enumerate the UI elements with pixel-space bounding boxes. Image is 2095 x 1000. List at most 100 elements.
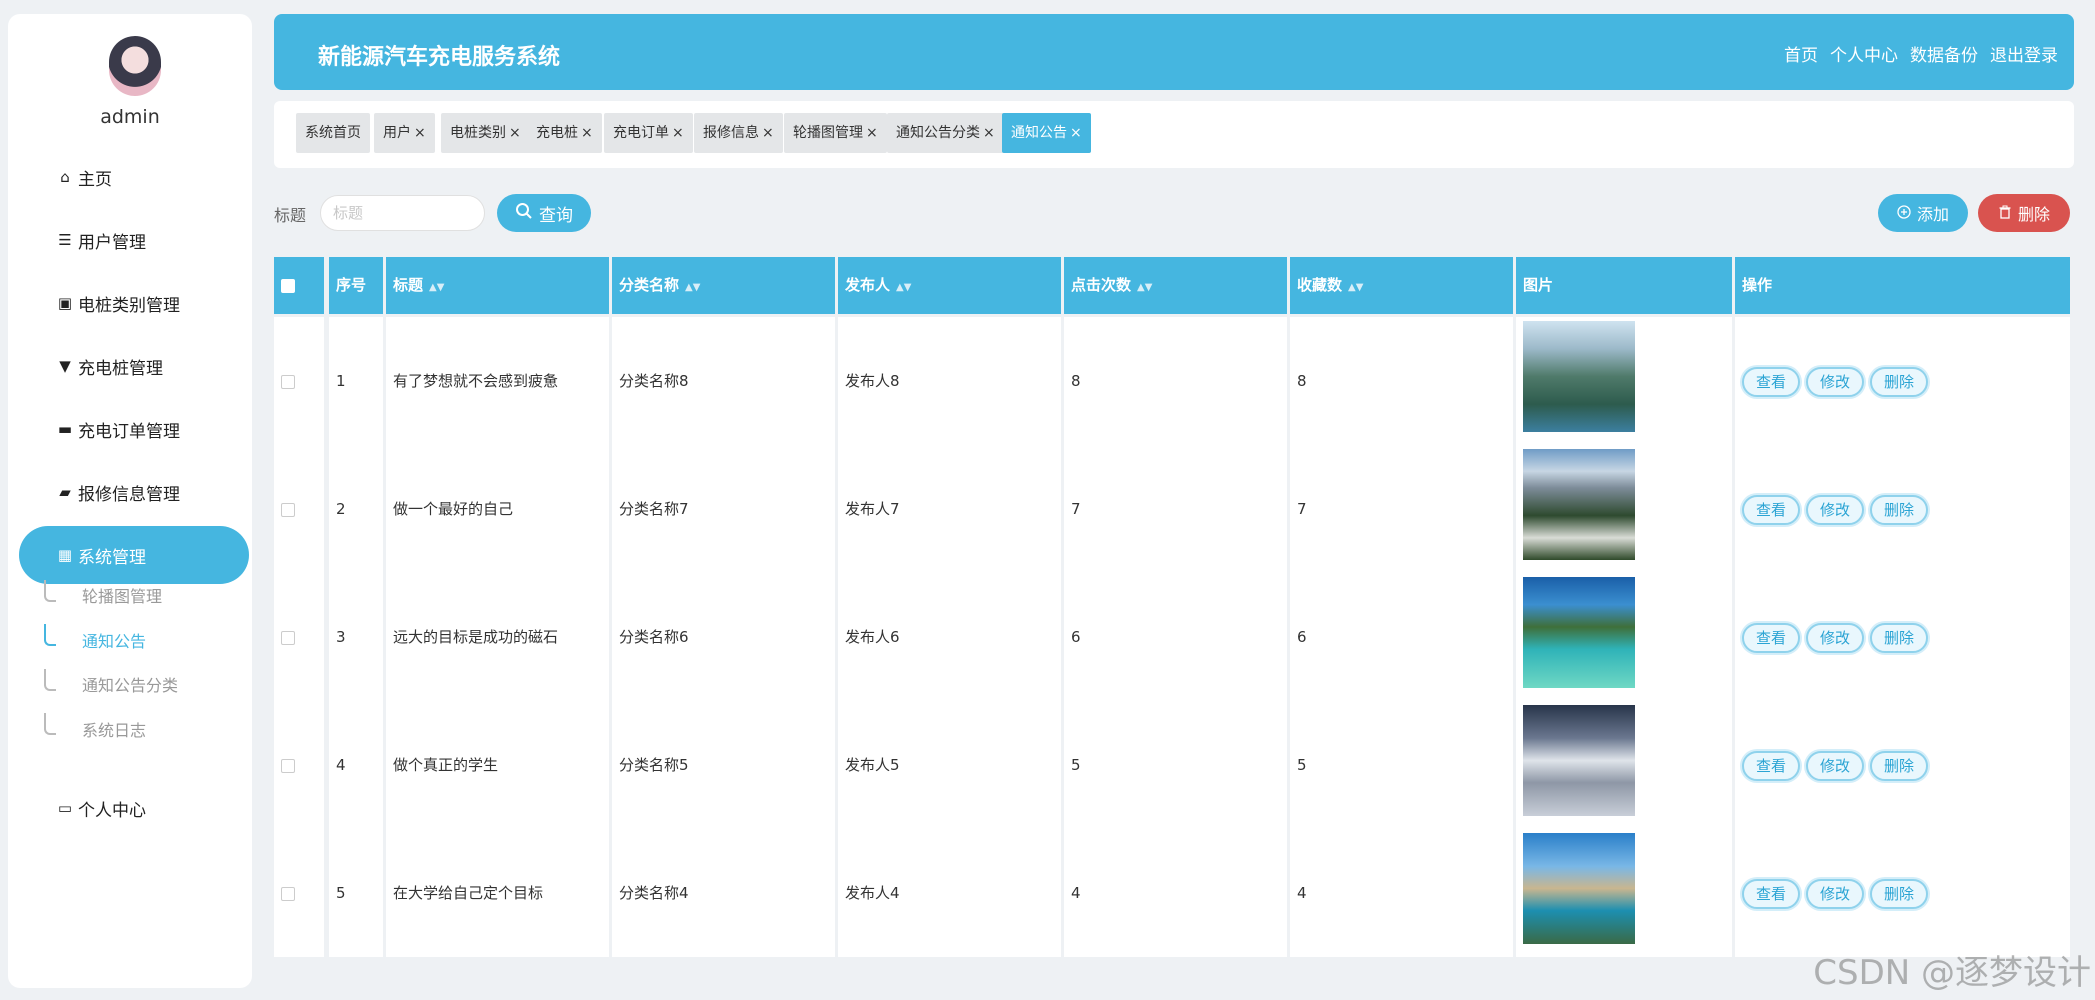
- submenu-item-notice[interactable]: 通知公告: [82, 627, 146, 657]
- delete-button[interactable]: 删除: [1870, 750, 1929, 781]
- header-cell[interactable]: 标题 ▲▼: [386, 257, 609, 314]
- submenu-item-carousel[interactable]: 轮播图管理: [82, 582, 162, 612]
- tab-label: 报修信息: [703, 125, 759, 141]
- row-checkbox[interactable]: [281, 886, 295, 901]
- close-icon[interactable]: ×: [866, 125, 878, 141]
- tab-charging-pile[interactable]: 充电桩 ×: [527, 113, 602, 153]
- menu-item-charging-order[interactable]: ▬ 充电订单管理: [56, 409, 180, 449]
- card-icon: ▭: [57, 799, 73, 817]
- sort-icon[interactable]: ▲▼: [685, 282, 700, 293]
- tab-carousel[interactable]: 轮播图管理 ×: [784, 113, 887, 153]
- sort-icon[interactable]: ▲▼: [1137, 282, 1152, 293]
- menu-label: 充电订单管理: [78, 421, 180, 442]
- link-home[interactable]: 首页: [1784, 41, 1818, 66]
- menu-item-users[interactable]: ☰ 用户管理: [56, 220, 146, 260]
- view-button[interactable]: 查看: [1742, 750, 1801, 781]
- query-button[interactable]: 查询: [497, 194, 591, 232]
- header-select-all[interactable]: [274, 257, 324, 314]
- header-cell[interactable]: 点击次数 ▲▼: [1064, 257, 1287, 314]
- tab-user[interactable]: 用户 ×: [374, 113, 435, 153]
- link-backup[interactable]: 数据备份: [1910, 41, 1978, 66]
- add-button[interactable]: 添加: [1878, 194, 1968, 232]
- menu-item-repair[interactable]: ▰ 报修信息管理: [56, 472, 180, 512]
- link-logout[interactable]: 退出登录: [1990, 41, 2058, 66]
- close-icon[interactable]: ×: [581, 125, 593, 141]
- tab-charging-order[interactable]: 充电订单 ×: [604, 113, 693, 153]
- tab-system-home[interactable]: 系统首页: [296, 113, 370, 153]
- view-button[interactable]: 查看: [1742, 366, 1801, 397]
- edit-button[interactable]: 修改: [1806, 878, 1865, 909]
- close-icon[interactable]: ×: [672, 125, 684, 141]
- edit-button[interactable]: 修改: [1806, 750, 1865, 781]
- delete-button[interactable]: 删除: [1870, 878, 1929, 909]
- link-profile[interactable]: 个人中心: [1830, 41, 1898, 66]
- header-label: 发布人: [845, 276, 891, 294]
- batch-delete-button[interactable]: 删除: [1978, 194, 2070, 232]
- tab-pile-category[interactable]: 电桩类别 ×: [441, 113, 530, 153]
- edit-button[interactable]: 修改: [1806, 622, 1865, 653]
- cell-title: 做一个最好的自己: [386, 445, 609, 573]
- search-input[interactable]: [320, 195, 485, 231]
- cell-publisher: 发布人7: [838, 445, 1061, 573]
- header-cell[interactable]: 发布人 ▲▼: [838, 257, 1061, 314]
- tab-notice-category[interactable]: 通知公告分类 ×: [887, 113, 1004, 153]
- list-icon: ☰: [58, 231, 72, 249]
- image-cell: [1516, 701, 1732, 829]
- sort-icon[interactable]: ▲▼: [896, 282, 911, 293]
- view-button[interactable]: 查看: [1742, 878, 1801, 909]
- menu-item-home[interactable]: ⌂ 主页: [56, 157, 112, 197]
- table-row: 4 做个真正的学生 分类名称5 发布人5 5 5 查看 修改 删除: [274, 701, 2070, 829]
- cell-publisher: 发布人4: [838, 829, 1061, 957]
- tab-label: 用户: [383, 125, 411, 141]
- avatar[interactable]: [109, 36, 161, 96]
- menu-item-charging-pile[interactable]: ▼ 充电桩管理: [56, 346, 163, 386]
- cell-category: 分类名称5: [612, 701, 835, 829]
- select-cell: [274, 573, 324, 701]
- delete-button[interactable]: 删除: [1870, 622, 1929, 653]
- header-cell[interactable]: 分类名称 ▲▼: [612, 257, 835, 314]
- row-checkbox[interactable]: [281, 630, 295, 645]
- sea-rock-photo[interactable]: [1523, 833, 1635, 944]
- delete-button[interactable]: 删除: [1870, 494, 1929, 525]
- row-checkbox[interactable]: [281, 502, 295, 517]
- tab-notice[interactable]: 通知公告 ×: [1002, 113, 1091, 153]
- edit-button[interactable]: 修改: [1806, 366, 1865, 397]
- cell-no: 5: [329, 829, 383, 957]
- sort-icon[interactable]: ▲▼: [1348, 282, 1363, 293]
- tab-repair[interactable]: 报修信息 ×: [694, 113, 783, 153]
- cell-favorites: 7: [1290, 445, 1513, 573]
- close-icon[interactable]: ×: [509, 125, 521, 141]
- row-checkbox[interactable]: [281, 758, 295, 773]
- sort-icon[interactable]: ▲▼: [429, 282, 444, 293]
- table-header: 序号 标题 ▲▼ 分类名称 ▲▼ 发布人 ▲▼ 点击次数 ▲▼ 收藏数 ▲▼ 图片 操作: [274, 257, 2070, 314]
- close-icon[interactable]: ×: [414, 125, 426, 141]
- menu-item-system[interactable]: ▦ 系统管理: [56, 535, 146, 575]
- select-cell: [274, 445, 324, 573]
- menu-item-pile-category[interactable]: ▣ 电桩类别管理: [56, 283, 180, 323]
- row-checkbox[interactable]: [281, 374, 295, 389]
- tropical-bungalow-photo[interactable]: [1523, 577, 1635, 688]
- submenu-item-syslog[interactable]: 系统日志: [82, 716, 146, 746]
- snow-mountain-house-photo[interactable]: [1523, 449, 1635, 560]
- close-icon[interactable]: ×: [1070, 125, 1082, 141]
- home-icon: ⌂: [60, 168, 70, 186]
- delete-button[interactable]: 删除: [1870, 366, 1929, 397]
- close-icon[interactable]: ×: [762, 125, 774, 141]
- query-label: 查询: [539, 205, 573, 226]
- submenu-item-notice-category[interactable]: 通知公告分类: [82, 671, 178, 701]
- view-button[interactable]: 查看: [1742, 494, 1801, 525]
- select-all-checkbox[interactable]: [281, 278, 295, 293]
- edit-button[interactable]: 修改: [1806, 494, 1865, 525]
- tabs-bar: 系统首页 用户 × 电桩类别 × 充电桩 × 充电订单 × 报修信息 × 轮播图管理 × 通…: [274, 101, 2074, 168]
- cell-no: 4: [329, 701, 383, 829]
- mountain-river-photo[interactable]: [1523, 321, 1635, 432]
- menu-item-profile[interactable]: ▭ 个人中心: [56, 788, 146, 828]
- header-cell[interactable]: 收藏数 ▲▼: [1290, 257, 1513, 314]
- watermark: CSDN @逐梦设计: [1813, 953, 2091, 993]
- moon-mountain-photo[interactable]: [1523, 705, 1635, 816]
- cell-publisher: 发布人5: [838, 701, 1061, 829]
- header-label: 操作: [1742, 276, 1773, 294]
- close-icon[interactable]: ×: [983, 125, 995, 141]
- cell-category: 分类名称7: [612, 445, 835, 573]
- view-button[interactable]: 查看: [1742, 622, 1801, 653]
